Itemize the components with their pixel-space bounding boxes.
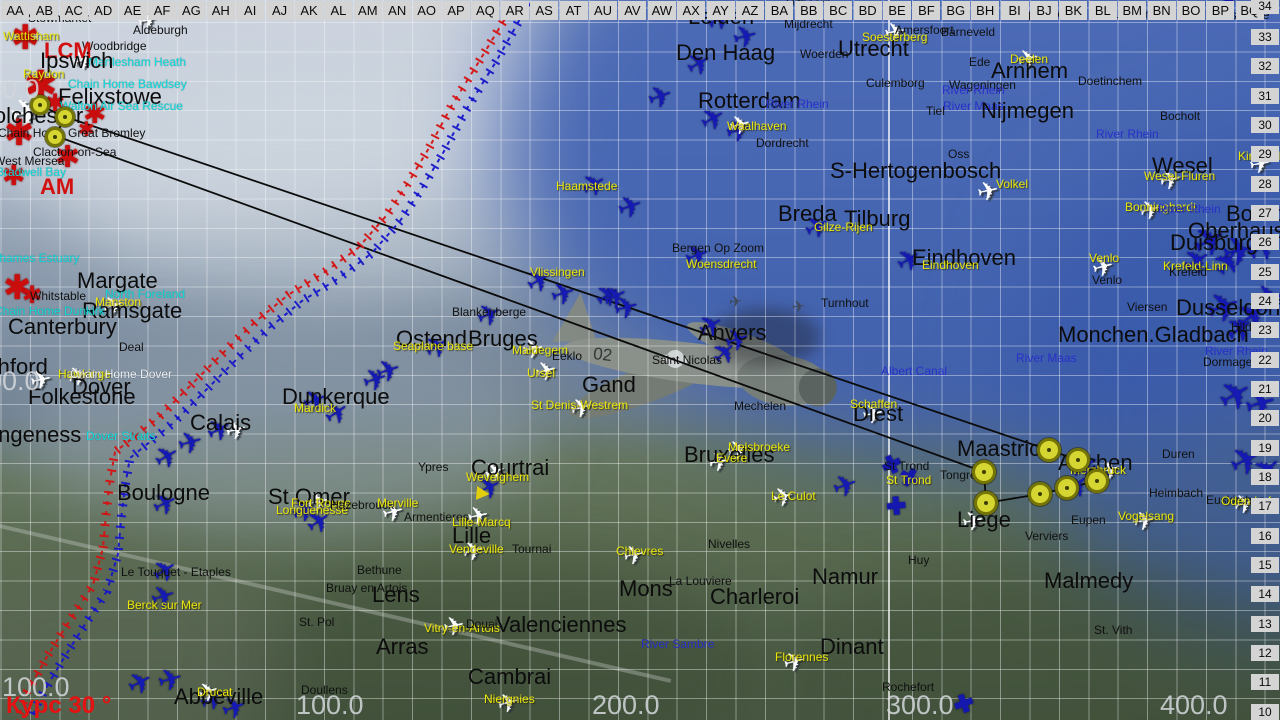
hud-course-readout: Курс 30 ° [6, 692, 112, 719]
grid-column-label: AZ [736, 1, 764, 20]
grid-row-label: 24 [1251, 293, 1279, 309]
grid-row-label: 28 [1251, 176, 1279, 192]
grid-row-label: 20 [1251, 410, 1279, 426]
grid-column-label: BA [765, 1, 794, 20]
grid-row-label: 15 [1251, 557, 1279, 573]
grid-row-label: 32 [1251, 58, 1279, 74]
grid-column-label: AM [353, 1, 382, 20]
scale-label: 300.0 [0, 74, 40, 104]
grid-column-label: AI [236, 1, 265, 20]
grid-column-label: BG [941, 1, 970, 20]
scale-label: 200.0 [592, 690, 660, 720]
grid-row-label: 19 [1251, 440, 1279, 456]
scale-label: 200.0 [0, 366, 40, 396]
grid-column-label: AS [530, 1, 559, 20]
grid-row-label: 10 [1251, 704, 1279, 720]
grid-column-label: BD [853, 1, 882, 20]
grid-column-label: AE [118, 1, 147, 20]
grid-row-label: 21 [1251, 381, 1279, 397]
grid-column-label: BM [1118, 1, 1147, 20]
grid-column-label: BO [1177, 1, 1205, 20]
grid-column-label: AL [324, 1, 353, 20]
grid-row-label: 29 [1251, 146, 1279, 162]
grid-row-label: 34 [1251, 0, 1279, 14]
grid-row-label: 13 [1251, 616, 1279, 632]
grid-column-label: AY [706, 1, 735, 20]
scale-label: 400.0 [1160, 690, 1228, 720]
grid-column-label: AK [295, 1, 323, 20]
grid-row-label: 26 [1251, 234, 1279, 250]
grid-row-label: 11 [1251, 674, 1279, 690]
grid-column-label: AG [177, 1, 206, 20]
grid-row-label: 31 [1251, 88, 1279, 104]
grid-column-label: AR [500, 1, 529, 20]
grid-row-label: 33 [1251, 29, 1279, 45]
scale-label: 300.0 [886, 690, 954, 720]
grid-column-label: AH [206, 1, 235, 20]
grid-row-label: 27 [1251, 205, 1279, 221]
grid-column-label: AF [148, 1, 176, 20]
scale-label: 100.0 [296, 690, 364, 720]
grid-column-label: AW [647, 1, 676, 20]
grid-column-label: BP [1206, 1, 1235, 20]
grid-row-label: 12 [1251, 645, 1279, 661]
grid-column-label: AO [412, 1, 441, 20]
map-chrome: AA AB AC AD AE AF AG AH AI AJ AK AL AM AN AO AP AQ AR AS AT… [0, 0, 1280, 720]
grid-column-label: BE [883, 1, 911, 20]
grid-column-label: AN [383, 1, 412, 20]
grid-column-label: AU [589, 1, 617, 20]
grid-row-label: 17 [1251, 498, 1279, 514]
grid-column-label: AB [30, 1, 59, 20]
grid-column-label: BN [1147, 1, 1176, 20]
grid-column-label: AC [59, 1, 88, 20]
grid-column-label: BF [912, 1, 941, 20]
grid-row-label: 16 [1251, 528, 1279, 544]
grid-column-label: BI [1000, 1, 1029, 20]
grid-column-label: AD [89, 1, 118, 20]
grid-column-label: AT [559, 1, 588, 20]
grid-row-label: 22 [1251, 352, 1279, 368]
grid-row-label: 30 [1251, 117, 1279, 133]
grid-column-label: BL [1088, 1, 1117, 20]
grid-column-label: BJ [1030, 1, 1058, 20]
grid-column-label: AP [442, 1, 470, 20]
grid-column-label: AA [1, 1, 29, 20]
grid-column-label: BB [794, 1, 823, 20]
grid-column-label: BK [1059, 1, 1088, 20]
grid-column-label: AQ [471, 1, 500, 20]
grid-column-label: BC [824, 1, 853, 20]
grid-column-label: BH [971, 1, 1000, 20]
grid-row-label: 23 [1251, 322, 1279, 338]
grid-column-label: AX [677, 1, 706, 20]
grid-row-label: 25 [1251, 264, 1279, 280]
grid-column-label: AV [618, 1, 647, 20]
map-viewport[interactable]: 02 ✈✈✈✈✈✈✈✈✈✈✈✈✈✈✈✈✈✈✈✈✈✈✈✈✈✈✈✈✈✈✈✈✈✈✈✈✈… [0, 0, 1280, 720]
grid-column-label: AJ [265, 1, 294, 20]
grid-row-label: 14 [1251, 586, 1279, 602]
grid-row-label: 18 [1251, 469, 1279, 485]
